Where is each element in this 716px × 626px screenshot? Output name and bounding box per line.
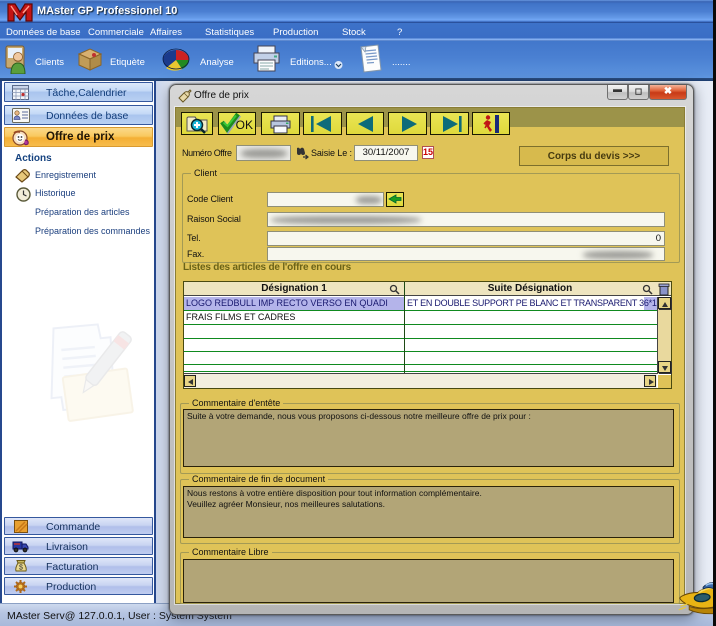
svg-text:$: $ (19, 565, 23, 572)
